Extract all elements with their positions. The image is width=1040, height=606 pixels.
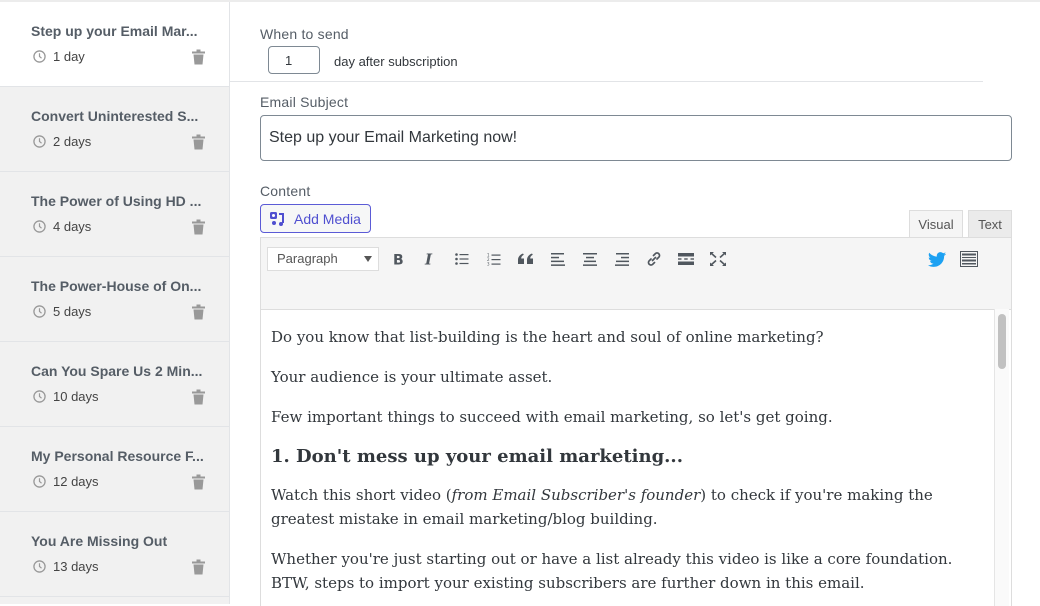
- sequence-item-title: My Personal Resource F...: [31, 448, 204, 464]
- sequence-item-title: The Power-House of On...: [31, 278, 202, 294]
- editor-body: Do you know that list-building is the he…: [271, 315, 983, 606]
- italic-icon: I: [424, 252, 433, 266]
- sequence-item[interactable]: Convert Uninterested S... 2 days: [0, 87, 229, 172]
- sequence-item-title: Can You Spare Us 2 Min...: [31, 363, 203, 379]
- twitter-icon: [928, 251, 946, 267]
- bullet-list-button[interactable]: [452, 249, 472, 269]
- sequence-item-delay: 5 days: [53, 304, 92, 319]
- trash-icon[interactable]: [192, 219, 205, 235]
- svg-text:B: B: [393, 253, 404, 267]
- format-select[interactable]: Paragraph: [267, 247, 379, 271]
- add-media-label: Add Media: [294, 210, 361, 227]
- clock-icon: [33, 50, 46, 63]
- clock-icon: [33, 220, 46, 233]
- content-label: Content: [260, 183, 311, 199]
- sequence-item-title: Convert Uninterested S...: [31, 108, 199, 124]
- sequence-item[interactable]: Can You Spare Us 2 Min... 10 days: [0, 342, 229, 427]
- trash-icon[interactable]: [192, 559, 205, 575]
- link-icon: [647, 252, 661, 266]
- media-icon: [270, 211, 284, 226]
- fullscreen-button[interactable]: [708, 249, 728, 269]
- blockquote-button[interactable]: [516, 249, 536, 269]
- content-paragraph: Watch this short video (from Email Subsc…: [271, 483, 983, 531]
- sequence-item-title: The Power of Using HD ...: [31, 193, 202, 209]
- align-right-icon: [615, 252, 629, 266]
- days-delay-input[interactable]: [268, 46, 320, 74]
- numbered-list-button[interactable]: 123: [484, 249, 504, 269]
- scrollbar-thumb[interactable]: [998, 314, 1006, 369]
- trash-icon[interactable]: [192, 474, 205, 490]
- add-media-button[interactable]: Add Media: [260, 204, 371, 233]
- sequence-item[interactable]: The Power of Using HD ... 4 days: [0, 172, 229, 257]
- content-paragraph: Your audience is your ultimate asset.: [271, 368, 553, 386]
- clock-icon: [33, 390, 46, 403]
- sequence-item-delay: 4 days: [53, 219, 92, 234]
- quote-icon: [518, 253, 533, 264]
- sequence-item-delay: 2 days: [53, 134, 92, 149]
- bullet-list-icon: [455, 253, 469, 265]
- trash-icon[interactable]: [192, 49, 205, 65]
- align-right-button[interactable]: [612, 249, 632, 269]
- twitter-button[interactable]: [927, 249, 947, 269]
- italic-button[interactable]: I: [420, 249, 440, 269]
- align-left-icon: [551, 252, 565, 266]
- read-more-button[interactable]: [676, 249, 696, 269]
- when-to-send-label: When to send: [260, 26, 349, 42]
- editor-content[interactable]: Do you know that list-building is the he…: [260, 309, 1012, 606]
- fullscreen-icon: [710, 252, 726, 266]
- insert-link-button[interactable]: [644, 249, 664, 269]
- sequence-item[interactable]: Step up your Email Mar... 1 day: [0, 2, 229, 87]
- tab-text[interactable]: Text: [968, 210, 1012, 238]
- svg-text:I: I: [424, 252, 433, 266]
- align-center-icon: [583, 252, 597, 266]
- bold-button[interactable]: B: [388, 249, 408, 269]
- days-suffix-label: day after subscription: [334, 54, 458, 69]
- paragraph-italic-text: from Email Subscriber's founder: [451, 486, 701, 504]
- tab-visual[interactable]: Visual: [909, 210, 963, 238]
- sequence-item-delay: 12 days: [53, 474, 99, 489]
- sequence-item-title: You Are Missing Out: [31, 533, 168, 549]
- format-select-value: Paragraph: [277, 251, 338, 266]
- paragraph-text: Watch this short video (: [271, 486, 452, 504]
- bold-icon: B: [393, 253, 404, 267]
- trash-icon[interactable]: [192, 389, 205, 405]
- clock-icon: [33, 475, 46, 488]
- editor-toolbar: Paragraph B I 123: [260, 237, 1012, 310]
- sequence-item[interactable]: My Personal Resource F... 12 days: [0, 427, 229, 512]
- email-subject-input[interactable]: [260, 115, 1012, 161]
- content-heading: 1. Don't mess up your email marketing...: [271, 446, 683, 467]
- sequence-item-delay: 1 day: [53, 49, 85, 64]
- sequence-item-title: Step up your Email Mar...: [31, 23, 198, 39]
- email-editor-panel: When to send day after subscription Emai…: [230, 2, 1040, 606]
- sequence-item-delay: 13 days: [53, 559, 99, 574]
- email-sequence-sidebar: Step up your Email Mar... 1 day Convert …: [0, 2, 230, 604]
- trash-icon[interactable]: [192, 134, 205, 150]
- clock-icon: [33, 135, 46, 148]
- toolbar-toggle-button[interactable]: [959, 249, 979, 269]
- align-left-button[interactable]: [548, 249, 568, 269]
- clock-icon: [33, 560, 46, 573]
- trash-icon[interactable]: [192, 304, 205, 320]
- svg-text:3: 3: [487, 261, 490, 266]
- sequence-item[interactable]: The Power-House of On... 5 days: [0, 257, 229, 342]
- clock-icon: [33, 305, 46, 318]
- email-subject-label: Email Subject: [260, 94, 349, 110]
- content-paragraph: Whether you're just starting out or have…: [271, 550, 953, 592]
- content-paragraph: Few important things to succeed with ema…: [271, 408, 833, 426]
- numbered-list-icon: 123: [487, 253, 501, 266]
- content-paragraph: Do you know that list-building is the he…: [271, 328, 824, 346]
- keyboard-icon: [960, 251, 978, 267]
- editor-scrollbar[interactable]: [994, 309, 1009, 606]
- sequence-item[interactable]: You Are Missing Out 13 days: [0, 512, 229, 597]
- read-more-icon: [678, 253, 694, 265]
- chevron-down-icon: [364, 256, 372, 262]
- sequence-item-delay: 10 days: [53, 389, 99, 404]
- align-center-button[interactable]: [580, 249, 600, 269]
- section-divider: [230, 81, 983, 82]
